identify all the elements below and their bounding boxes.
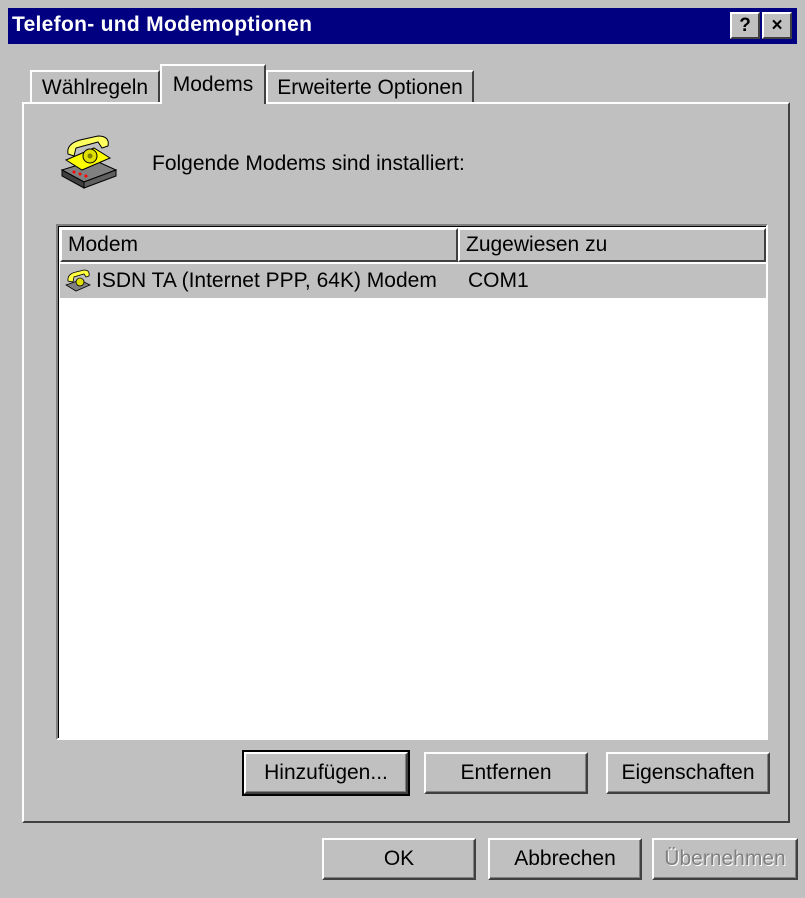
tab-erweiterte-optionen[interactable]: Erweiterte Optionen — [266, 70, 474, 104]
tab-label: Erweiterte Optionen — [277, 76, 463, 99]
cancel-button[interactable]: Abbrechen — [488, 838, 642, 880]
modem-list[interactable]: Modem Zugewiesen zu ISDN TA (Internet PP… — [56, 224, 768, 740]
title-bar[interactable]: Telefon- und Modemoptionen ? × — [8, 8, 797, 44]
remove-button[interactable]: Entfernen — [424, 752, 588, 794]
add-button[interactable]: Hinzufügen... — [242, 750, 410, 796]
list-header: Modem Zugewiesen zu — [60, 228, 766, 262]
modem-icon — [65, 269, 91, 292]
intro-text: Folgende Modems sind installiert: — [152, 152, 465, 175]
telephone-modem-icon — [60, 135, 118, 189]
properties-button-label: Eigenschaften — [621, 761, 755, 784]
close-button[interactable]: × — [762, 12, 792, 39]
help-button[interactable]: ? — [730, 12, 760, 39]
modem-port: COM1 — [468, 269, 529, 292]
list-item[interactable]: ISDN TA (Internet PPP, 64K) Modem COM1 — [60, 264, 766, 298]
remove-button-label: Entfernen — [460, 761, 552, 784]
modems-tab-panel: Folgende Modems sind installiert: Modem … — [22, 102, 790, 823]
tab-modems[interactable]: Modems — [160, 64, 266, 104]
close-icon: × — [771, 15, 783, 36]
window-title: Telefon- und Modemoptionen — [12, 13, 313, 36]
add-button-label: Hinzufügen... — [264, 761, 388, 784]
column-header-label: Zugewiesen zu — [466, 233, 608, 256]
apply-button[interactable]: Übernehmen — [652, 838, 798, 880]
tab-waehlregeln[interactable]: Wählregeln — [30, 70, 160, 104]
tab-label: Wählregeln — [41, 76, 149, 99]
tab-label: Modems — [172, 73, 254, 96]
modem-name: ISDN TA (Internet PPP, 64K) Modem — [96, 269, 437, 292]
ok-button[interactable]: OK — [322, 838, 476, 880]
column-header-assigned-to[interactable]: Zugewiesen zu — [458, 228, 766, 262]
help-icon: ? — [739, 15, 751, 36]
cancel-button-label: Abbrechen — [514, 847, 616, 870]
properties-button[interactable]: Eigenschaften — [606, 752, 770, 794]
column-header-modem[interactable]: Modem — [60, 228, 458, 262]
apply-button-label: Übernehmen — [664, 847, 786, 870]
ok-button-label: OK — [383, 847, 415, 870]
column-header-label: Modem — [68, 233, 139, 256]
dialog-window: Telefon- und Modemoptionen ? × Wählregel… — [0, 0, 805, 898]
